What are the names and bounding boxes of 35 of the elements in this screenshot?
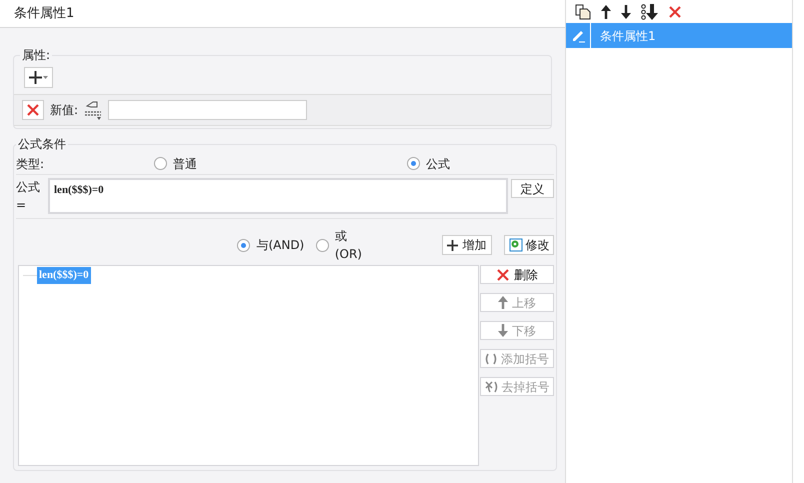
radio-option[interactable]: 与(AND) bbox=[237, 236, 316, 254]
group-legend: 公式条件 bbox=[16, 135, 68, 153]
close-icon bbox=[668, 4, 682, 18]
remove-button[interactable] bbox=[22, 100, 44, 120]
delete-button[interactable] bbox=[668, 4, 682, 18]
plus-icon bbox=[447, 240, 458, 250]
close-icon bbox=[26, 103, 40, 117]
type-label: 类型: bbox=[16, 156, 46, 172]
arrow-down-icon[interactable] bbox=[621, 4, 631, 18]
radio-option[interactable]: 或(OR) bbox=[316, 227, 374, 263]
parentheses-icon bbox=[485, 352, 497, 364]
radio-option[interactable]: 公式 bbox=[407, 154, 450, 172]
define-button[interactable]: 定义 bbox=[511, 179, 554, 198]
add-button[interactable]: 增加 bbox=[442, 235, 492, 255]
action-button[interactable]: 删除 bbox=[480, 265, 554, 284]
group-legend: 属性: bbox=[20, 46, 52, 64]
copy-icon[interactable] bbox=[575, 4, 591, 20]
caret-icon bbox=[43, 76, 48, 79]
new-value-field[interactable] bbox=[108, 100, 308, 120]
panel-title: 条件属性1 bbox=[0, 0, 565, 28]
formula-label: 公式= bbox=[16, 179, 41, 214]
arrow-up-icon bbox=[498, 296, 508, 309]
move-to-bottom-icon[interactable] bbox=[641, 4, 658, 20]
pencil-icon bbox=[570, 28, 586, 43]
arrow-down-icon bbox=[498, 324, 508, 337]
modify-button[interactable]: 修改 bbox=[504, 235, 554, 255]
close-icon bbox=[496, 268, 510, 282]
formula-field[interactable]: len($$$)=0 bbox=[48, 178, 508, 214]
add-dropdown-button[interactable] bbox=[24, 67, 53, 88]
radio-option[interactable]: 普通 bbox=[154, 154, 407, 172]
arrow-up-icon[interactable] bbox=[601, 4, 611, 18]
plus-icon bbox=[29, 71, 42, 84]
text-format-icon bbox=[83, 100, 104, 120]
new-value-label: 新值: bbox=[50, 102, 78, 119]
remove-parentheses-icon bbox=[484, 380, 498, 392]
